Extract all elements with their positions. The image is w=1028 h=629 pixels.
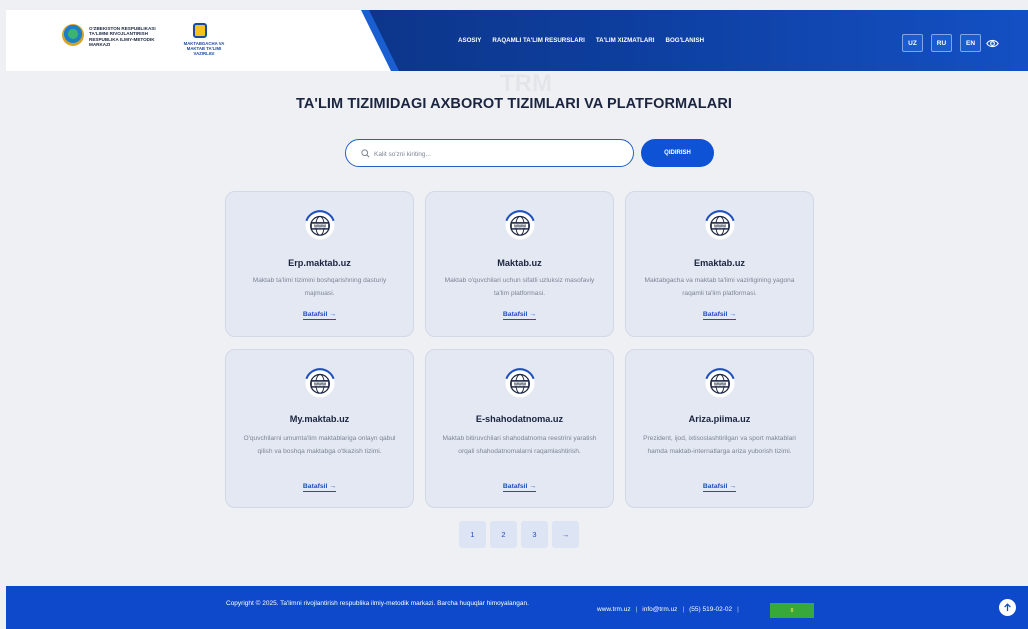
- card-details-link[interactable]: Batafsil →: [426, 483, 613, 492]
- pagination-page-2[interactable]: 2: [490, 521, 517, 548]
- platform-card-maktab[interactable]: WWW Maktab.uz Maktab o'quvchilari uchun …: [425, 191, 614, 337]
- svg-text:WWW: WWW: [514, 382, 526, 387]
- platform-card-emaktab[interactable]: WWW Emaktab.uz Maktabgacha va maktab ta'…: [625, 191, 814, 337]
- search-icon: [361, 149, 370, 158]
- card-details-link[interactable]: Batafsil →: [226, 311, 413, 320]
- arrow-up-icon: [1004, 603, 1011, 612]
- separator: |: [635, 606, 638, 613]
- platform-card-ariza[interactable]: WWW Ariza.piima.uz Prezident, ijod, ixti…: [625, 349, 814, 508]
- svg-text:WWW: WWW: [314, 382, 326, 387]
- www-globe-icon: WWW: [305, 368, 335, 398]
- ministry-name: MAKTABGACHA VA MAKTAB TA'LIMI VAZIRLIGI: [183, 41, 225, 56]
- nav-item-digital-resources[interactable]: RAQAMLI TA'LIM RESURSLARI: [492, 37, 584, 44]
- card-description: Maktab o'quvchilari uchun sifatli uzluks…: [444, 277, 595, 297]
- card-description: Maktab ta'limi tizimini boshqarishning d…: [252, 277, 387, 297]
- lang-button-uz[interactable]: UZ: [902, 34, 923, 52]
- footer-website-link[interactable]: www.trm.uz: [597, 606, 631, 613]
- card-title[interactable]: Ariza.piima.uz: [626, 414, 813, 424]
- platform-card-my-maktab[interactable]: WWW My.maktab.uz O'quvchilarni umumta'li…: [225, 349, 414, 508]
- pagination-page-3[interactable]: 3: [521, 521, 548, 548]
- svg-text:WWW: WWW: [714, 224, 726, 229]
- platform-card-e-shahodatnoma[interactable]: WWW E-shahodatnoma.uz Maktab bitiruvchil…: [425, 349, 614, 508]
- footer-email-link[interactable]: info@trm.uz: [642, 606, 677, 613]
- card-title[interactable]: Maktab.uz: [426, 258, 613, 268]
- card-details-link[interactable]: Batafsil →: [426, 311, 613, 320]
- card-title[interactable]: E-shahodatnoma.uz: [426, 414, 613, 424]
- org-name: O'ZBEKISTON RESPUBLIKASI TA'LIMNI RIVOJL…: [89, 26, 156, 48]
- www-globe-icon: WWW: [505, 210, 535, 240]
- eye-icon[interactable]: [986, 37, 999, 50]
- separator: |: [682, 606, 685, 613]
- lang-button-ru[interactable]: RU: [931, 34, 952, 52]
- search-input[interactable]: [374, 146, 624, 162]
- card-description: O'quvchilarni umumta'lim maktablariga on…: [243, 435, 396, 455]
- footer-contacts: www.trm.uz | info@trm.uz | (55) 519-02-0…: [597, 606, 739, 613]
- lang-button-en[interactable]: EN: [960, 34, 981, 52]
- search-button[interactable]: QIDIRISH: [641, 139, 714, 167]
- visitor-counter-badge[interactable]: 0: [770, 603, 814, 618]
- nav-item-education-services[interactable]: TA'LIM XIZMATLARI: [596, 37, 655, 44]
- platform-card-erp[interactable]: WWW Erp.maktab.uz Maktab ta'limi tizimin…: [225, 191, 414, 337]
- www-globe-icon: WWW: [705, 368, 735, 398]
- ministry-logo[interactable]: [193, 23, 207, 38]
- svg-text:WWW: WWW: [714, 382, 726, 387]
- nav-item-contact[interactable]: BOG'LANISH: [665, 37, 704, 44]
- card-title[interactable]: My.maktab.uz: [226, 414, 413, 424]
- card-title[interactable]: Erp.maktab.uz: [226, 258, 413, 268]
- background-watermark: TRM: [500, 70, 552, 97]
- pagination-page-1[interactable]: 1: [459, 521, 486, 548]
- main-nav: ASOSIY RAQAMLI TA'LIM RESURSLARI TA'LIM …: [458, 37, 704, 44]
- scroll-to-top-button[interactable]: [999, 599, 1016, 616]
- card-description: Maktab bitiruvchilari shahodatnoma reest…: [442, 435, 597, 455]
- page-title: TA'LIM TIZIMIDAGI AXBOROT TIZIMLARI VA P…: [295, 96, 733, 112]
- search-box: [345, 139, 634, 167]
- card-title[interactable]: Emaktab.uz: [626, 258, 813, 268]
- card-details-link[interactable]: Batafsil →: [626, 483, 813, 492]
- pagination-next-button[interactable]: →: [552, 521, 579, 548]
- svg-text:WWW: WWW: [514, 224, 526, 229]
- footer-phone-link[interactable]: (55) 519-02-02: [689, 606, 732, 613]
- card-details-link[interactable]: Batafsil →: [626, 311, 813, 320]
- separator: |: [737, 606, 739, 613]
- www-globe-icon: WWW: [705, 210, 735, 240]
- www-globe-icon: WWW: [305, 210, 335, 240]
- svg-text:WWW: WWW: [314, 224, 326, 229]
- card-details-link[interactable]: Batafsil →: [226, 483, 413, 492]
- card-description: Maktabgacha va maktab ta'limi vazirligin…: [644, 277, 795, 297]
- copyright-text: Copyright © 2025. Ta'limni rivojlantiris…: [226, 600, 529, 607]
- card-description: Prezident, ijod, ixtisoslashtirilgan va …: [643, 435, 796, 455]
- state-emblem-logo[interactable]: [62, 24, 84, 46]
- nav-item-home[interactable]: ASOSIY: [458, 37, 481, 44]
- www-globe-icon: WWW: [505, 368, 535, 398]
